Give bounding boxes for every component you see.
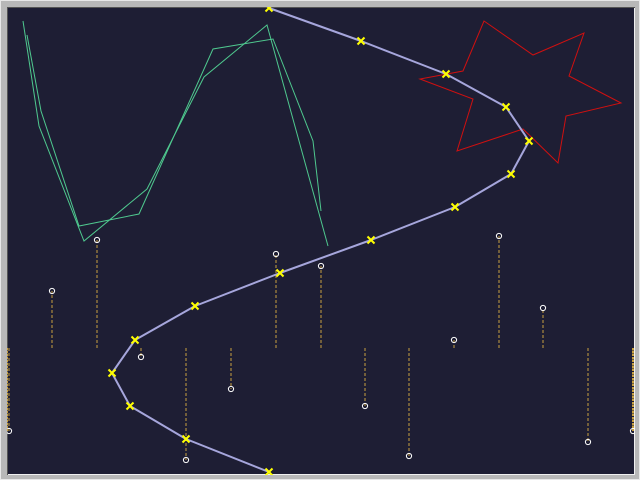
polyline-group <box>22 20 329 247</box>
plot-svg <box>7 7 635 475</box>
curve-marker <box>125 401 135 411</box>
green-polyline <box>26 34 322 227</box>
curve-marker <box>130 335 140 345</box>
curve-marker <box>501 102 511 112</box>
window-frame <box>0 0 640 480</box>
stem-group <box>7 232 635 464</box>
red-star-shape <box>418 20 623 165</box>
star-group <box>418 20 623 165</box>
curve-marker <box>107 368 117 378</box>
plot-canvas[interactable] <box>7 7 635 475</box>
curve-marker <box>524 136 534 146</box>
curve-marker <box>264 7 274 13</box>
curve-marker <box>506 169 516 179</box>
lavender-curve <box>111 7 530 473</box>
curve-group <box>107 7 534 475</box>
